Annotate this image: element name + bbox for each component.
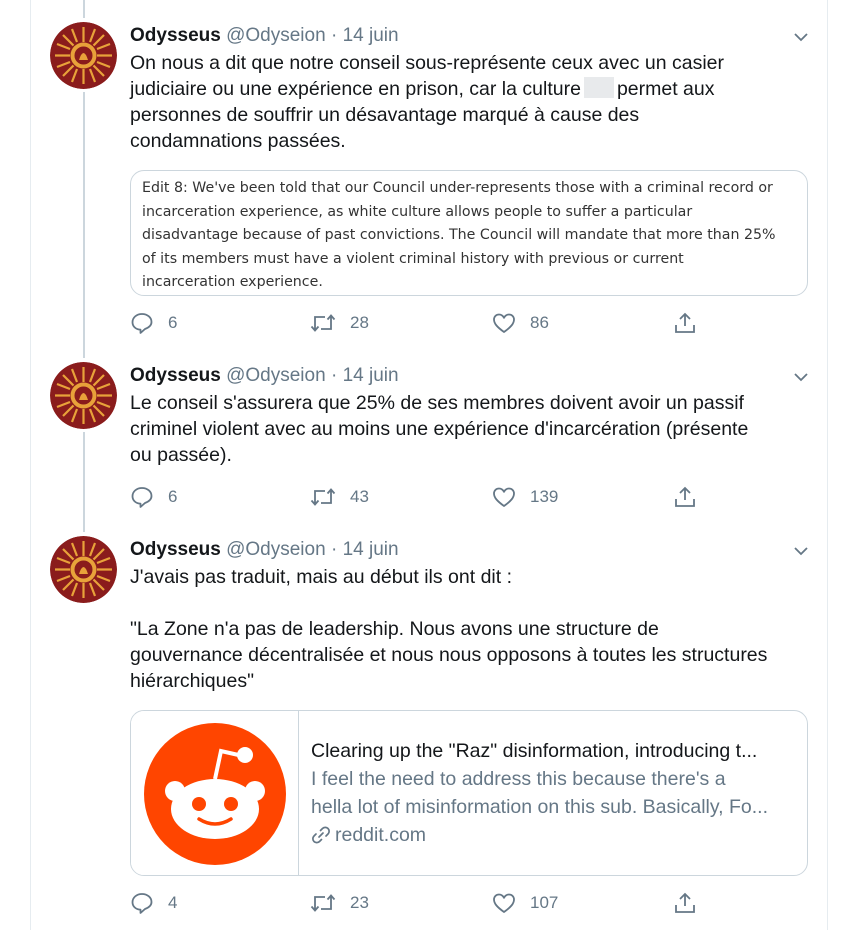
thread-line (83, 0, 85, 18)
card-description-line-2: hella lot of misinformation on this sub.… (311, 796, 769, 818)
like-count: 86 (530, 313, 549, 332)
chevron-down-icon[interactable] (792, 542, 810, 560)
heart-icon (493, 313, 515, 333)
share-button[interactable] (673, 482, 697, 512)
chevron-down-icon[interactable] (792, 368, 810, 386)
tweet-header: Odysseus @Odyseion · 14 juin (130, 536, 810, 564)
tweet-text: Le conseil s'assurera que 25% de ses mem… (130, 392, 749, 466)
share-button[interactable] (673, 308, 697, 338)
card-description-line-1: I feel the need to address this because … (311, 768, 726, 790)
separator: · (330, 365, 338, 386)
tweet-date[interactable]: 14 juin (343, 539, 399, 560)
retweet-count: 28 (350, 313, 369, 332)
chevron-down-icon[interactable] (792, 28, 810, 46)
author-name[interactable]: Odysseus (130, 25, 221, 46)
heart-icon (493, 893, 515, 913)
retweet-button[interactable]: 23 (310, 888, 369, 918)
tweet-actions: 6 28 86 (130, 308, 730, 338)
reply-count: 6 (168, 313, 178, 332)
link-card[interactable]: Clearing up the "Raz" disinformation, in… (130, 710, 808, 876)
avatar[interactable] (50, 362, 117, 429)
tweet-1[interactable]: Odysseus @Odyseion · 14 juin On nous a d… (50, 22, 818, 352)
card-domain: reddit.com (311, 821, 795, 849)
author-name[interactable]: Odysseus (130, 539, 221, 560)
card-domain-text: reddit.com (335, 824, 427, 846)
quoted-screenshot[interactable]: Edit 8: We've been told that our Council… (130, 170, 808, 296)
like-button[interactable]: 107 (492, 888, 558, 918)
share-icon (675, 892, 695, 913)
link-icon (312, 826, 330, 844)
tweet-date[interactable]: 14 juin (343, 25, 399, 46)
tweet-3[interactable]: Odysseus @Odyseion · 14 juin J'avais pas… (50, 536, 818, 926)
retweet-button[interactable]: 28 (310, 308, 369, 338)
like-button[interactable]: 86 (492, 308, 549, 338)
reply-icon (131, 313, 153, 334)
share-icon (675, 312, 695, 333)
quoted-text: Edit 8: We've been told that our Council… (142, 180, 776, 290)
reply-count: 4 (168, 893, 178, 912)
retweet-icon (310, 894, 336, 912)
retweet-button[interactable]: 43 (310, 482, 369, 512)
retweet-count: 43 (350, 487, 369, 506)
reply-icon (131, 893, 153, 914)
author-handle[interactable]: @Odyseion (226, 25, 326, 46)
retweet-icon (310, 314, 336, 332)
reply-icon (131, 487, 153, 508)
reply-count: 6 (168, 487, 178, 506)
card-title: Clearing up the "Raz" disinformation, in… (311, 740, 758, 762)
like-button[interactable]: 139 (492, 482, 558, 512)
like-count: 107 (530, 893, 559, 912)
tweet-2[interactable]: Odysseus @Odyseion · 14 juin Le conseil … (50, 362, 818, 522)
author-name[interactable]: Odysseus (130, 365, 221, 386)
tweet-text: On nous a dit que notre conseil sous-rep… (130, 50, 810, 154)
separator: · (330, 539, 338, 560)
share-button[interactable] (673, 888, 697, 918)
author-handle[interactable]: @Odyseion (226, 365, 326, 386)
heart-icon (493, 487, 515, 507)
separator: · (330, 25, 338, 46)
tweet-actions: 6 43 139 (130, 482, 730, 512)
avatar[interactable] (50, 536, 117, 603)
tweet-actions: 4 23 107 (130, 888, 730, 918)
redaction-block (583, 77, 614, 98)
like-count: 139 (530, 487, 559, 506)
retweet-count: 23 (350, 893, 369, 912)
reply-button[interactable]: 4 (130, 888, 177, 918)
reply-button[interactable]: 6 (130, 482, 177, 512)
tweet-header: Odysseus @Odyseion · 14 juin (130, 362, 810, 390)
share-icon (675, 486, 695, 507)
author-handle[interactable]: @Odyseion (226, 539, 326, 560)
tweet-text: J'avais pas traduit, mais au début ils o… (130, 566, 768, 692)
avatar[interactable] (50, 22, 117, 89)
reply-button[interactable]: 6 (130, 308, 177, 338)
tweet-date[interactable]: 14 juin (343, 365, 399, 386)
reddit-logo (131, 711, 299, 875)
tweet-header: Odysseus @Odyseion · 14 juin (130, 22, 810, 50)
retweet-icon (310, 488, 336, 506)
